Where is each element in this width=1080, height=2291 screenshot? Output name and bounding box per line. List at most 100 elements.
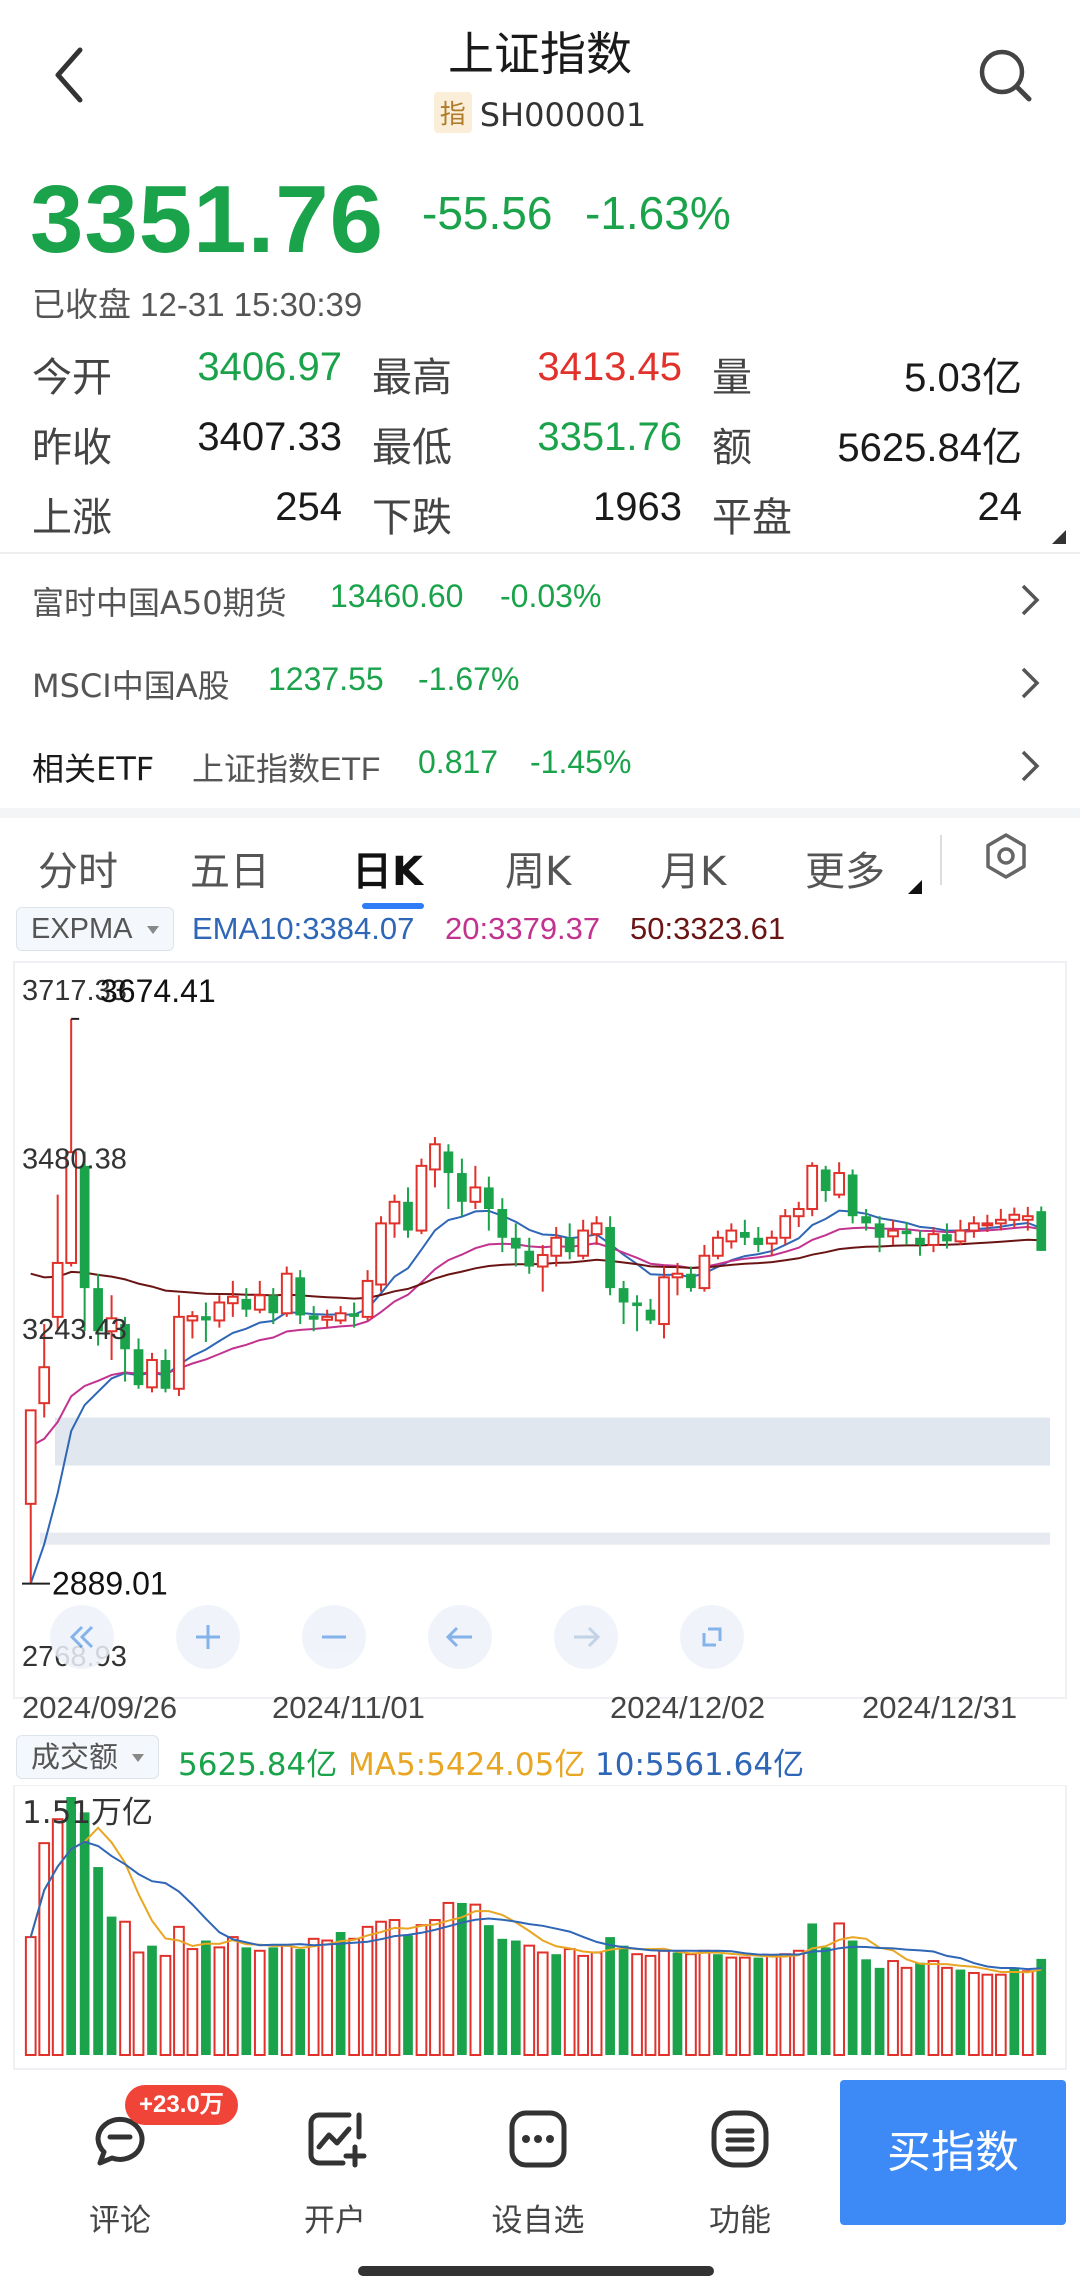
candle-body — [349, 1313, 359, 1317]
chart-plus-icon — [308, 2112, 367, 2168]
tab-separator — [940, 835, 942, 885]
volume-bar — [24, 1936, 37, 2056]
plus-icon — [196, 1625, 220, 1649]
candle-body — [226, 1295, 239, 1305]
volume-bar — [79, 1812, 90, 2055]
candle-body — [968, 1222, 980, 1232]
indicator-selector[interactable]: EXPMA — [16, 907, 174, 951]
open-account-label: 开户 — [304, 2203, 366, 2239]
volume-bar — [631, 1953, 643, 2056]
candle-body — [698, 1254, 711, 1290]
volume-bar — [119, 1920, 131, 2056]
related-name: 富时中国A50期货 — [32, 584, 287, 622]
candle-body — [994, 1218, 1007, 1225]
chart-jump-start-button[interactable] — [50, 1605, 114, 1669]
chevron-right-icon — [1021, 667, 1040, 699]
section-divider — [0, 808, 1080, 818]
tab-weekly-k[interactable]: 周K — [505, 839, 571, 897]
candle-body — [887, 1229, 899, 1238]
volume-bar — [429, 1919, 441, 2056]
candlestick-chart[interactable]: 3717.333480.383243.432768.933674.412889.… — [0, 960, 1080, 1700]
tab-daily-k[interactable]: 日K — [352, 839, 423, 897]
volume-bar — [132, 1951, 145, 2056]
candle-body — [160, 1360, 171, 1389]
tab-monthly-k[interactable]: 月K — [660, 839, 726, 897]
candle-body — [618, 1288, 629, 1303]
candle-body — [590, 1222, 603, 1236]
chart-pan-right-button[interactable] — [554, 1605, 618, 1669]
volume-bar — [1036, 1958, 1047, 2055]
open-account-button[interactable]: 开户 — [265, 2097, 405, 2247]
related-row-etf[interactable]: 相关ETF 上证指数ETF 0.817 -1.45% — [0, 724, 1080, 804]
search-icon[interactable] — [975, 45, 1035, 105]
related-row-a50[interactable]: 富时中国A50期货 13460.60 -0.03% — [0, 558, 1080, 638]
add-watchlist-button[interactable]: 设自选 — [468, 2097, 608, 2247]
candle-body — [712, 1236, 724, 1257]
candle-body — [833, 1172, 846, 1196]
y-axis-label: 3480.38 — [22, 1143, 127, 1175]
tab-five-day[interactable]: 五日 — [190, 839, 270, 897]
support-band — [40, 1532, 1050, 1545]
chart-zoom-out-button[interactable] — [302, 1605, 366, 1669]
candle-body — [510, 1237, 521, 1249]
chart-settings-icon[interactable] — [982, 832, 1030, 880]
candle-body — [901, 1230, 912, 1235]
volume-bar — [335, 1931, 346, 2055]
quote-value: 5625.84亿 — [837, 426, 1022, 470]
candle-body — [658, 1276, 670, 1326]
tab-timeshare[interactable]: 分时 — [38, 839, 118, 897]
market-status: 已收盘 12-31 15:30:39 — [32, 286, 363, 323]
volume-bar — [551, 1954, 562, 2055]
volume-bar — [658, 1949, 670, 2057]
volume-bar — [66, 1797, 77, 2055]
quote-label: 上涨 — [32, 495, 112, 541]
indicator-name: EXPMA — [31, 913, 133, 945]
candle-body — [186, 1315, 199, 1322]
related-pct: -1.45% — [530, 744, 632, 780]
quote-label: 昨收 — [32, 425, 112, 471]
candle-body — [403, 1201, 413, 1231]
page-title: 上证指数 — [448, 27, 632, 81]
volume-bar — [536, 1951, 549, 2056]
expand-corner-icon[interactable] — [1052, 530, 1066, 544]
volume-bar — [981, 1973, 994, 2056]
candle-body — [1008, 1213, 1021, 1221]
volume-bar — [994, 1973, 1007, 2056]
tab-more[interactable]: 更多 — [805, 839, 885, 897]
candle-body — [133, 1349, 144, 1386]
volume-bar — [874, 1967, 885, 2055]
volume-bar — [457, 1902, 467, 2055]
volume-bar — [605, 1937, 615, 2055]
chart-reset-button[interactable] — [680, 1605, 744, 1669]
volume-bar — [483, 1925, 494, 2055]
period-tabs: 分时 五日 日K 周K 月K 更多 — [0, 825, 1080, 915]
volume-bar — [388, 1919, 401, 2056]
volume-bar — [226, 1936, 239, 2056]
volume-bar — [93, 1867, 103, 2055]
chart-zoom-in-button[interactable] — [176, 1605, 240, 1669]
candle-body — [388, 1200, 401, 1225]
volume-bar — [618, 1945, 629, 2055]
volume-bar — [523, 1944, 536, 2056]
volume-chart[interactable]: 1.51万亿 — [0, 1785, 1080, 2070]
volume-bar — [779, 1953, 792, 2056]
quote-value: 3413.45 — [537, 345, 682, 389]
volume-indicator-selector[interactable]: 成交额 — [16, 1735, 160, 1779]
related-value: 0.817 — [418, 744, 499, 780]
chart-pan-left-button[interactable] — [428, 1605, 492, 1669]
candle-body — [861, 1216, 871, 1224]
candle-body — [429, 1143, 441, 1171]
ma5-value: MA5:5424.05亿 — [348, 1747, 586, 1783]
quote-value: 3407.33 — [197, 415, 342, 459]
ma10-value: 10:5561.64亿 — [595, 1747, 805, 1783]
candle-body — [874, 1223, 885, 1238]
quote-label: 下跌 — [372, 495, 452, 541]
candle-body — [671, 1272, 684, 1279]
volume-bar — [38, 1842, 51, 2057]
related-name: 相关ETF — [32, 750, 155, 788]
functions-button[interactable]: 功能 — [670, 2097, 810, 2247]
buy-index-button[interactable]: 买指数 — [840, 2080, 1066, 2225]
related-row-msci[interactable]: MSCI中国A股 1237.55 -1.67% — [0, 641, 1080, 721]
quote-label: 平盘 — [712, 495, 792, 541]
more-dropdown-icon — [908, 880, 922, 894]
